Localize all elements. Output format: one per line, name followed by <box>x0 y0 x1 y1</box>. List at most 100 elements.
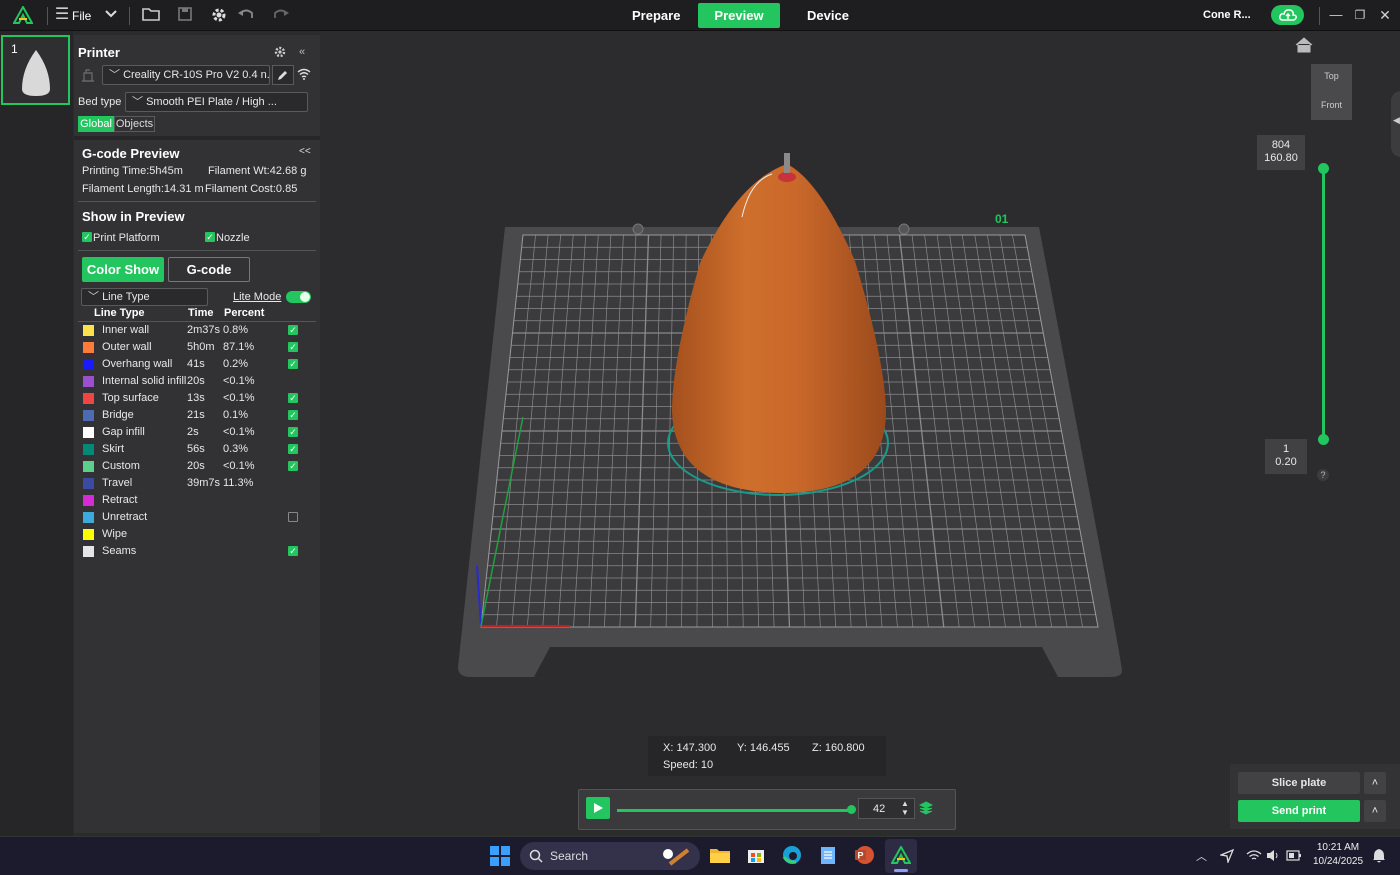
layer-slider-track[interactable] <box>1322 169 1325 441</box>
taskbar-search[interactable]: Search <box>520 842 700 870</box>
printed-cone <box>672 164 886 493</box>
cloud-upload-button[interactable] <box>1271 5 1304 25</box>
color-show-button[interactable]: Color Show <box>82 257 164 282</box>
collapse-gcode-button[interactable]: << <box>299 146 311 157</box>
legend-row[interactable]: Bridge 21s 0.1% ✓ <box>80 407 310 424</box>
help-icon[interactable]: ? <box>1317 469 1329 481</box>
view-front[interactable]: Front <box>1311 100 1352 110</box>
legend-row[interactable]: Seams ✓ <box>80 543 310 560</box>
legend-row[interactable]: Internal solid infill 20s <0.1% <box>80 373 310 390</box>
send-options-chevron-icon[interactable]: ˄ <box>1364 800 1386 822</box>
view-cube[interactable]: Top Front <box>1311 64 1352 120</box>
open-folder-icon[interactable] <box>142 6 160 27</box>
move-slider-track[interactable] <box>617 809 851 812</box>
redo-icon[interactable] <box>272 6 290 27</box>
clock-time[interactable]: 10:21 AM <box>1311 842 1365 853</box>
printer-settings-gear-icon[interactable] <box>273 45 287 59</box>
settings-gear-icon[interactable] <box>210 6 228 29</box>
wifi-icon[interactable] <box>297 68 311 80</box>
move-step-input[interactable]: 42 ▲ ▼ <box>858 798 915 819</box>
file-explorer-icon[interactable] <box>710 846 730 864</box>
legend-line-type: Bridge <box>102 409 134 421</box>
legend-row[interactable]: Outer wall 5h0m 87.1% ✓ <box>80 339 310 356</box>
print-platform-checkbox[interactable]: ✓ <box>82 232 92 242</box>
undo-icon[interactable] <box>237 6 255 27</box>
tab-device[interactable]: Device <box>795 3 859 28</box>
legend-row[interactable]: Travel 39m7s 11.3% <box>80 475 310 492</box>
move-slider-handle[interactable] <box>847 805 856 814</box>
battery-icon[interactable] <box>1286 850 1302 861</box>
save-icon[interactable] <box>176 6 194 27</box>
legend-visibility-checkbox[interactable]: ✓ <box>288 393 298 403</box>
notification-bell-icon[interactable] <box>1372 848 1386 864</box>
app-logo-icon[interactable] <box>12 4 34 29</box>
move-step-value: 42 <box>873 803 886 815</box>
spin-arrows-icon[interactable]: ▲ ▼ <box>901 799 909 817</box>
layer-slider-top-handle[interactable] <box>1318 163 1329 174</box>
notepad-icon[interactable] <box>820 845 836 865</box>
plate-thumbnail[interactable]: 1 <box>1 35 70 105</box>
powerpoint-icon[interactable]: P <box>854 845 874 865</box>
top-layer-height: 160.80 <box>1264 152 1298 164</box>
location-icon[interactable] <box>1220 849 1234 863</box>
bed-type-label: Bed type <box>78 96 122 108</box>
legend-row[interactable]: Top surface 13s <0.1% ✓ <box>80 390 310 407</box>
legend-visibility-checkbox[interactable]: ✓ <box>288 359 298 369</box>
legend-visibility-checkbox[interactable]: ✓ <box>288 444 298 454</box>
collapse-panel-icon[interactable]: « <box>299 46 305 58</box>
legend-row[interactable]: Overhang wall 41s 0.2% ✓ <box>80 356 310 373</box>
volume-icon[interactable] <box>1266 849 1280 862</box>
legend-row[interactable]: Unretract <box>80 509 310 526</box>
microsoft-store-icon[interactable] <box>747 846 765 864</box>
edit-printer-button[interactable] <box>272 65 294 85</box>
legend-row[interactable]: Skirt 56s 0.3% ✓ <box>80 441 310 458</box>
nozzle-checkbox[interactable]: ✓ <box>205 232 215 242</box>
legend-visibility-checkbox[interactable]: ✓ <box>288 342 298 352</box>
printer-title: Printer <box>78 45 120 60</box>
tab-preview[interactable]: Preview <box>698 3 780 28</box>
close-icon[interactable]: ✕ <box>1377 6 1393 24</box>
creality-print-taskbar-button[interactable] <box>885 839 917 873</box>
bed-type-select[interactable]: ﹀ Smooth PEI Plate / High ... <box>125 92 308 112</box>
legend-visibility-checkbox[interactable]: ✓ <box>288 546 298 556</box>
slice-plate-button[interactable]: Slice plate <box>1238 772 1360 794</box>
tray-overflow-chevron-icon[interactable]: ︿ <box>1196 848 1207 864</box>
slice-options-chevron-icon[interactable]: ˄ <box>1364 772 1386 794</box>
send-print-button[interactable]: Send print <box>1238 800 1360 822</box>
legend-visibility-checkbox[interactable]: ✓ <box>288 325 298 335</box>
tab-objects[interactable]: Objects <box>114 116 155 132</box>
lite-mode-toggle[interactable] <box>286 291 311 303</box>
tab-prepare[interactable]: Prepare <box>620 3 690 28</box>
legend-visibility-checkbox[interactable]: ✓ <box>288 410 298 420</box>
legend-visibility-checkbox[interactable]: ✓ <box>288 427 298 437</box>
printer-select[interactable]: ﹀ Creality CR-10S Pro V2 0.4 n... <box>102 65 270 85</box>
windows-start-icon[interactable] <box>490 846 510 866</box>
svg-text:P: P <box>858 851 864 861</box>
legend-row[interactable]: Custom 20s <0.1% ✓ <box>80 458 310 475</box>
3d-viewport[interactable]: 01 Top Front 804 160.80 1 0.20 ? ◀ X: 14… <box>320 31 1400 836</box>
view-type-select[interactable]: ﹀ Line Type <box>81 288 208 306</box>
hamburger-menu-icon[interactable]: ☰ <box>54 6 70 24</box>
wifi-tray-icon[interactable] <box>1246 849 1262 862</box>
legend-line-type: Outer wall <box>102 341 152 353</box>
legend-row[interactable]: Gap infill 2s <0.1% ✓ <box>80 424 310 441</box>
legend-row[interactable]: Retract <box>80 492 310 509</box>
chevron-down-icon[interactable] <box>103 6 119 25</box>
minimize-icon[interactable]: — <box>1328 6 1344 24</box>
legend-row[interactable]: Wipe <box>80 526 310 543</box>
legend-visibility-checkbox[interactable]: ✓ <box>288 461 298 471</box>
home-view-icon[interactable] <box>1295 37 1313 53</box>
legend-row[interactable]: Inner wall 2m37s 0.8% ✓ <box>80 322 310 339</box>
play-button[interactable] <box>586 797 610 819</box>
clock-date[interactable]: 10/24/2025 <box>1308 856 1368 867</box>
legend-visibility-checkbox[interactable] <box>288 512 298 522</box>
layers-icon[interactable] <box>919 801 933 816</box>
edge-browser-icon[interactable] <box>782 845 802 865</box>
tab-global[interactable]: Global <box>78 116 114 132</box>
view-top[interactable]: Top <box>1311 71 1352 81</box>
layer-slider-bottom-handle[interactable] <box>1318 434 1329 445</box>
side-panel-handle[interactable]: ◀ <box>1391 91 1400 157</box>
file-menu[interactable]: File <box>72 9 91 23</box>
restore-icon[interactable]: ❐ <box>1352 6 1368 24</box>
gcode-button[interactable]: G-code <box>168 257 250 282</box>
